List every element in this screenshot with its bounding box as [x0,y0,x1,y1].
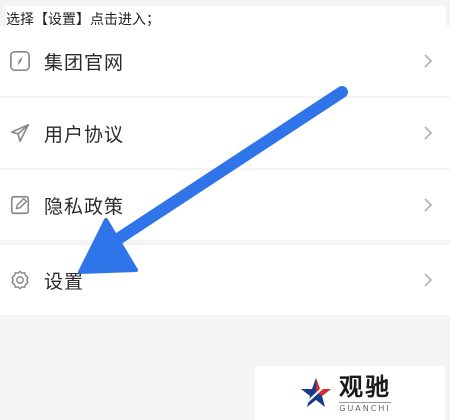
chevron-right-icon [422,52,434,70]
menu-group-website: 集团官网 [0,26,450,96]
star-logo-icon [301,378,331,407]
menu-item-settings[interactable]: 设置 [0,245,450,315]
chevron-right-icon [422,124,434,142]
menu-item-privacy-policy[interactable]: 隐私政策 [0,170,450,240]
gear-icon [8,268,32,292]
chevron-right-icon [422,271,434,289]
brand-name-en: GUANCHI [339,401,391,413]
edit-icon [8,193,32,217]
brand-logo: 观驰 GUANCHI [255,366,445,420]
menu-item-label: 用户协议 [44,123,125,146]
compass-icon [8,49,32,73]
menu-item-label: 集团官网 [44,51,125,74]
menu-item-label: 隐私政策 [44,195,125,218]
menu-group-settings: 设置 [0,245,450,315]
menu-group-agreement: 用户协议 [0,98,450,168]
brand-name-cn: 观驰 [339,372,391,401]
send-icon [8,121,32,145]
menu-item-label: 设置 [44,270,85,293]
menu-item-website[interactable]: 集团官网 [0,26,450,96]
chevron-right-icon [422,196,434,214]
menu-group-privacy: 隐私政策 [0,170,450,240]
menu-item-user-agreement[interactable]: 用户协议 [0,98,450,168]
